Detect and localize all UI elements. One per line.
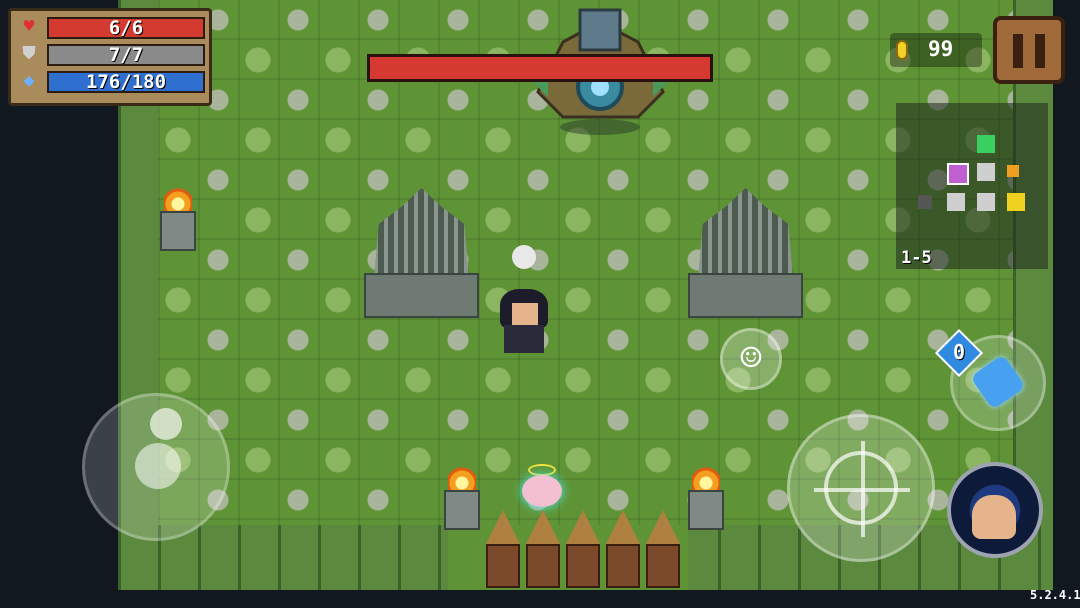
attack-button[interactable] [787, 414, 935, 562]
chest-room-icon [1007, 165, 1019, 177]
crosshair-icon [814, 441, 910, 537]
vine-statue-left [364, 178, 479, 318]
brazier-bottom-left [442, 462, 482, 532]
brazier-bottom-right [686, 462, 726, 532]
coin-count: 99 [928, 37, 954, 61]
joystick-knob[interactable] [135, 443, 181, 489]
player-stats-panel: ♥ 6/6 ⛊ 7/7 ◆ 176/180 [8, 8, 212, 106]
fire-icon [448, 462, 476, 492]
speech-bubble-icon [512, 245, 536, 269]
energy-cost-value: 0 [952, 340, 966, 364]
armor-bar: 7/7 [47, 44, 205, 66]
joystick-origin [150, 408, 182, 440]
pause-icon [1013, 34, 1023, 68]
player-character [496, 285, 552, 357]
spike-gate [486, 510, 680, 590]
level-indicator: 1-5 [901, 248, 932, 268]
coin-icon [896, 40, 908, 60]
fire-icon [164, 183, 192, 213]
hand-skill-icon [972, 495, 1016, 539]
boss-health-bar [367, 54, 713, 82]
alert-room-icon [1007, 193, 1025, 211]
diamond-icon: ◆ [23, 70, 35, 91]
version-label: 5.2.4.1 [1030, 588, 1080, 602]
pet-companion [522, 475, 562, 507]
vine-statue-right [688, 178, 803, 318]
shield-icon: ⛊ [22, 43, 36, 64]
minimap[interactable] [896, 103, 1048, 269]
emote-button[interactable]: ☺ [720, 328, 782, 390]
brazier-top-left [158, 183, 198, 253]
heart-icon: ♥ [23, 16, 35, 37]
current-room-icon [947, 163, 969, 185]
exit-room-icon [977, 135, 995, 153]
smiley-icon: ☺ [740, 338, 762, 379]
pause-button[interactable] [993, 16, 1065, 84]
fire-icon [692, 462, 720, 492]
hp-bar: 6/6 [47, 17, 205, 39]
energy-bar: 176/180 [47, 71, 205, 93]
